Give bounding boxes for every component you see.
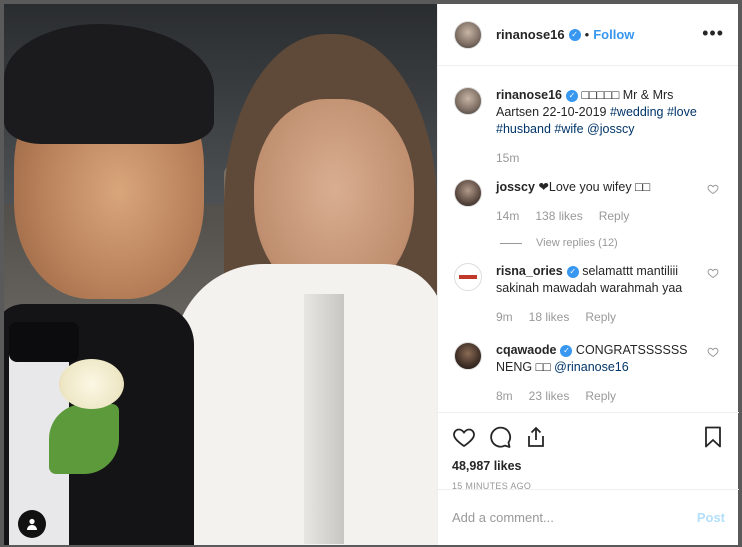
verified-icon: ✓ [568, 28, 581, 41]
comment-time[interactable]: 14m [496, 208, 519, 225]
photo-leaf [49, 404, 119, 474]
heart-icon[interactable] [452, 425, 476, 449]
post-comment-button[interactable]: Post [697, 510, 725, 525]
verified-icon: ✓ [560, 344, 573, 357]
view-replies-label[interactable]: View replies (12) [536, 237, 618, 249]
comment-time[interactable]: 8m [496, 388, 513, 405]
photo-boutonniere [59, 359, 124, 409]
bookmark-icon[interactable] [701, 425, 725, 449]
post-actions: 48,987 likes 15 MINUTES AGO [438, 412, 739, 491]
comment-avatar[interactable] [454, 263, 482, 291]
reply-button[interactable]: Reply [585, 388, 616, 405]
share-icon[interactable] [524, 425, 548, 449]
comment-avatar[interactable] [454, 342, 482, 370]
comment-text: ❤Love you wifey □□ [538, 180, 651, 194]
photo-bowtie [9, 322, 79, 362]
author-avatar[interactable] [454, 20, 482, 49]
comment-item: cqawaode ✓ CONGRATSSSSSS NENG □□ @rinanos… [454, 342, 723, 405]
caption-avatar[interactable] [454, 87, 482, 115]
photo-dress-shadow [304, 294, 344, 544]
follow-button[interactable]: Follow [593, 27, 634, 42]
user-tag-icon[interactable] [18, 510, 46, 538]
post-side-panel: rinanose16 ✓ • Follow ••• rinanose16 ✓ □□… [437, 4, 739, 545]
comment-mention[interactable]: @rinanose16 [554, 360, 629, 374]
more-options-icon[interactable]: ••• [702, 24, 724, 42]
comment-username[interactable]: risna_ories [496, 264, 563, 278]
comment-likes[interactable]: 23 likes [529, 388, 570, 405]
action-icons [452, 423, 725, 451]
like-comment-heart-icon[interactable] [707, 267, 719, 279]
comment-item: josscy ❤Love you wifey □□ 14m 138 likes … [454, 179, 723, 225]
comment-username[interactable]: josscy [496, 180, 535, 194]
like-comment-heart-icon[interactable] [707, 346, 719, 358]
post-header: rinanose16 ✓ • Follow ••• [438, 4, 738, 66]
comment-time[interactable]: 9m [496, 309, 513, 326]
post-modal: rinanose16 ✓ • Follow ••• rinanose16 ✓ □□… [4, 4, 739, 545]
caption-username[interactable]: rinanose16 [496, 88, 562, 102]
reply-button[interactable]: Reply [585, 309, 616, 326]
reply-button[interactable]: Reply [599, 208, 630, 225]
view-replies-button[interactable]: View replies (12) [500, 237, 723, 249]
comment-avatar[interactable] [454, 179, 482, 207]
caption-time[interactable]: 15m [496, 150, 519, 167]
separator-dot: • [584, 27, 590, 42]
caption: rinanose16 ✓ □□□□□ Mr & Mrs Aartsen 22-10… [454, 87, 723, 167]
replies-divider [500, 242, 522, 244]
like-comment-heart-icon[interactable] [707, 183, 719, 195]
post-photo[interactable] [4, 4, 437, 545]
comment-likes[interactable]: 18 likes [529, 309, 570, 326]
comment-item: risna_ories ✓ selamattt mantiliii sakinah… [454, 263, 723, 326]
verified-icon: ✓ [566, 89, 579, 102]
comment-username[interactable]: cqawaode [496, 343, 556, 357]
verified-icon: ✓ [566, 265, 579, 278]
comment-input[interactable] [452, 510, 672, 525]
like-count[interactable]: 48,987 likes [452, 459, 725, 473]
comments-list[interactable]: rinanose16 ✓ □□□□□ Mr & Mrs Aartsen 22-10… [438, 67, 739, 411]
comment-icon[interactable] [488, 425, 512, 449]
add-comment-bar: Post [438, 489, 739, 545]
author-username[interactable]: rinanose16 [496, 27, 565, 42]
comment-likes[interactable]: 138 likes [535, 208, 582, 225]
